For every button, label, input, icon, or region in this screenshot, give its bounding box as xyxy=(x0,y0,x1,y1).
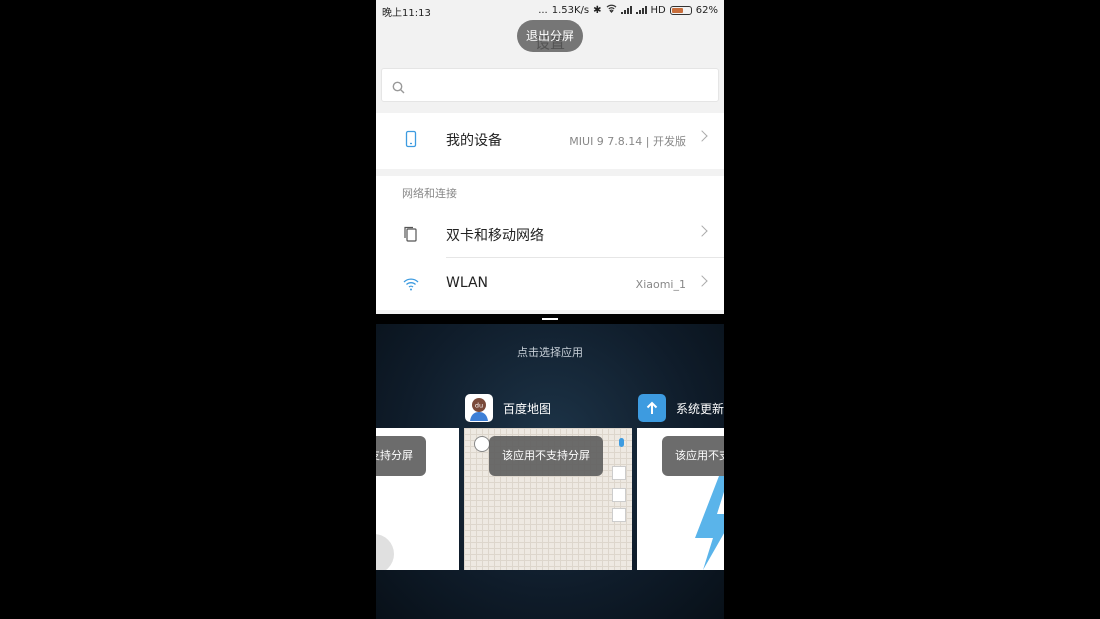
chevron-right-icon xyxy=(696,130,708,142)
baidu-icon-text: du xyxy=(475,402,483,410)
more-dots-icon: ... xyxy=(538,4,548,16)
section-title: 网络和连接 xyxy=(402,187,457,200)
split-divider-handle[interactable] xyxy=(376,314,724,324)
dual-sim-label: 双卡和移动网络 xyxy=(446,228,544,244)
map-location-icon xyxy=(612,488,626,502)
app-label-system-update: 系统更新 xyxy=(638,394,724,422)
map-layers-icon xyxy=(612,508,626,522)
section-header-network: 网络和连接 xyxy=(376,176,724,208)
wlan-label: WLAN xyxy=(446,275,489,291)
floating-circle-icon xyxy=(376,534,394,570)
wifi-icon xyxy=(402,275,420,293)
chevron-right-icon xyxy=(696,225,708,237)
wifi-status-icon xyxy=(606,4,617,16)
settings-pane: 晚上11:13 ... 1.53K/s ✱ HD 62% 设置 退出分屏 xyxy=(376,0,724,314)
search-input[interactable] xyxy=(381,68,719,102)
split-unsupported-toast: 该应用不支 xyxy=(662,436,724,476)
network-type: HD xyxy=(650,4,666,16)
update-bolt-icon xyxy=(695,476,724,570)
pick-app-hint: 点击选择应用 xyxy=(517,346,583,359)
bluetooth-icon: ✱ xyxy=(593,4,602,16)
chevron-right-icon xyxy=(696,275,708,287)
battery-percent: 62% xyxy=(695,4,718,16)
phone-icon xyxy=(402,130,420,148)
sim-card-icon xyxy=(402,225,420,243)
signal-icon-1 xyxy=(620,6,632,14)
app-label-baidu-map: du 百度地图 xyxy=(465,394,551,422)
wlan-value: Xiaomi_1 xyxy=(635,278,686,291)
voice-icon xyxy=(619,438,624,447)
net-speed: 1.53K/s xyxy=(551,4,590,16)
app-picker-pane: 点击选择应用 du 百度地图 系统更新 支持分屏 该应用不支持分屏 xyxy=(376,324,724,619)
app-name: 百度地图 xyxy=(503,401,552,416)
my-device-item[interactable]: 我的设备 MIUI 9 7.8.14 | 开发版 xyxy=(376,113,724,169)
baidu-map-icon: du xyxy=(465,394,493,422)
my-device-label: 我的设备 xyxy=(446,133,502,149)
status-bar: 晚上11:13 ... 1.53K/s ✱ HD 62% xyxy=(376,0,724,20)
phone-screen: 晚上11:13 ... 1.53K/s ✱ HD 62% 设置 退出分屏 xyxy=(376,0,724,619)
app-card-system-update[interactable]: 该应用不支 xyxy=(637,428,724,570)
status-time: 晚上11:13 xyxy=(382,8,431,19)
signal-icon-2 xyxy=(635,6,647,14)
map-avatar-icon xyxy=(474,436,490,452)
app-name: 系统更新 xyxy=(676,401,724,416)
system-update-icon xyxy=(638,394,666,422)
dual-sim-item[interactable]: 双卡和移动网络 xyxy=(376,208,724,260)
map-scan-icon xyxy=(612,466,626,480)
app-card-partial-left[interactable]: 支持分屏 xyxy=(376,428,459,570)
my-device-value: MIUI 9 7.8.14 | 开发版 xyxy=(569,135,686,148)
search-icon xyxy=(392,79,405,98)
exit-split-button[interactable]: 退出分屏 xyxy=(517,20,583,52)
battery-icon xyxy=(669,5,692,15)
split-support-toast: 支持分屏 xyxy=(376,436,426,476)
wlan-item[interactable]: WLAN Xiaomi_1 xyxy=(376,258,724,310)
split-unsupported-toast: 该应用不支持分屏 xyxy=(489,436,603,476)
app-card-baidu-map[interactable]: 该应用不支持分屏 xyxy=(464,428,632,570)
